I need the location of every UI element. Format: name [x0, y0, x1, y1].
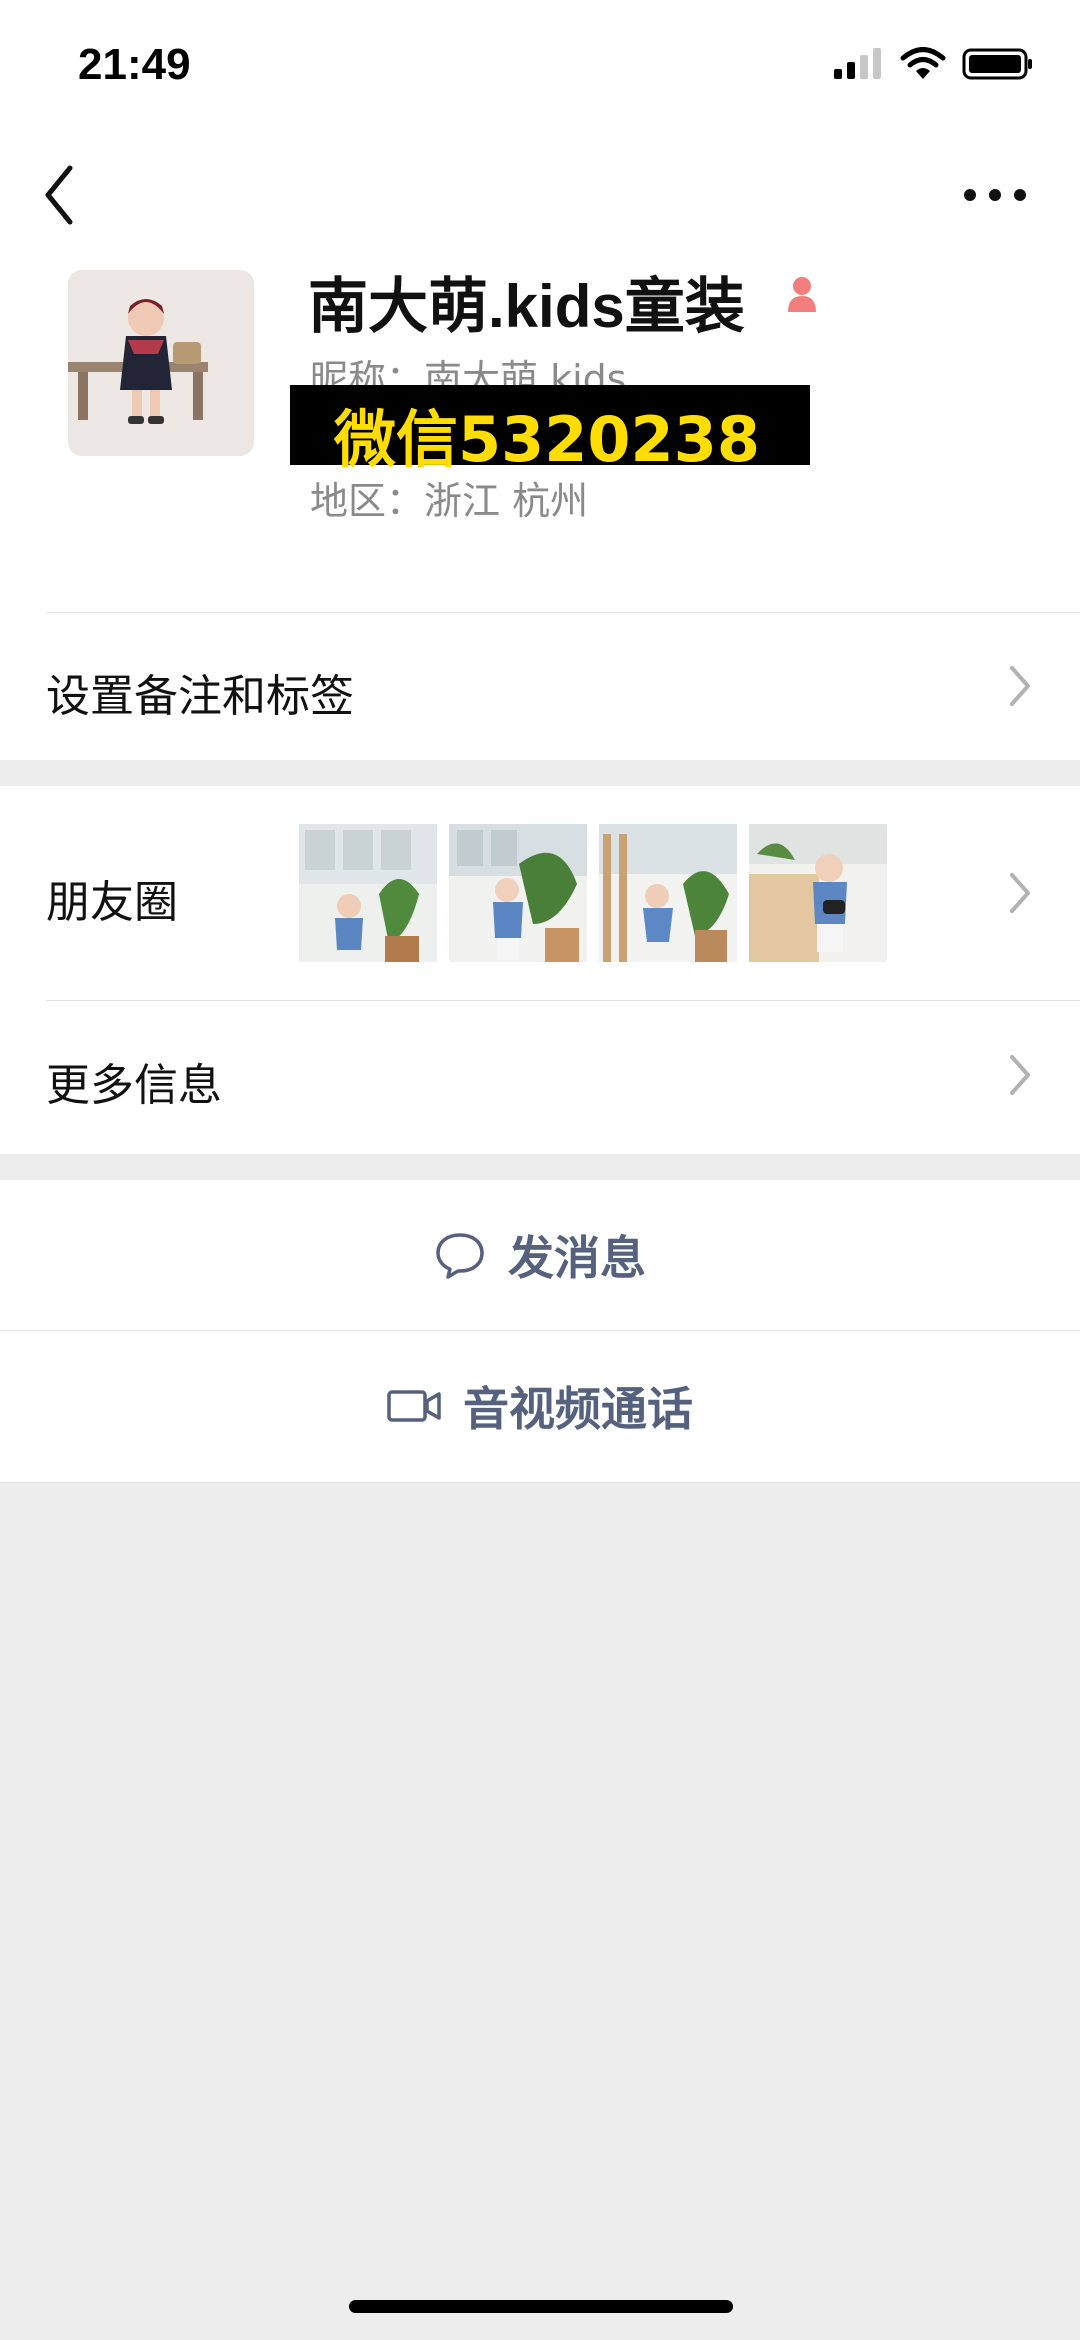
moments-thumbnail: [449, 824, 587, 962]
av-call-button[interactable]: 音视频通话: [0, 1331, 1080, 1481]
home-indicator[interactable]: [349, 2300, 733, 2313]
send-message-label: 发消息: [508, 1231, 646, 1285]
moments-section: 朋友圈 更多信息: [0, 786, 1080, 1154]
female-icon: [788, 277, 816, 312]
profile-name: 南大萌.kids童装: [308, 273, 745, 340]
remark-row-label: 设置备注和标签: [46, 671, 354, 722]
divider: [0, 1482, 1080, 1483]
moments-thumbnail: [749, 824, 887, 962]
moments-row[interactable]: 朋友圈: [0, 786, 1080, 1000]
more-info-row-label: 更多信息: [46, 1060, 222, 1111]
send-message-button[interactable]: 发消息: [0, 1180, 1080, 1330]
video-camera-icon: [387, 1390, 441, 1422]
wifi-icon: [900, 47, 946, 79]
status-bar: 21:49: [0, 0, 1080, 130]
actions-section: 发消息 音视频通话: [0, 1180, 1080, 1482]
moments-thumbnails: [299, 824, 887, 962]
battery-icon: [962, 48, 1032, 80]
watermark-text: 微信5320238: [334, 403, 760, 476]
moments-row-label: 朋友圈: [46, 877, 178, 928]
moments-thumbnail: [299, 824, 437, 962]
cellular-signal-icon: [834, 48, 881, 79]
profile-section: 南大萌.kids童装 昵称：南大萌.kids 微信5320238 地区：浙江 杭…: [0, 130, 1080, 760]
chevron-right-icon: [1010, 873, 1030, 913]
avatar-image: [68, 270, 254, 456]
status-icons: [832, 44, 1034, 84]
remark-row[interactable]: 设置备注和标签: [0, 612, 1080, 760]
status-time: 21:49: [78, 40, 191, 89]
watermark-banner: 微信5320238: [290, 385, 810, 476]
chevron-right-icon: [1010, 1055, 1030, 1095]
av-call-label: 音视频通话: [463, 1382, 693, 1436]
back-chevron-icon[interactable]: [40, 160, 80, 230]
chat-bubble-icon: [436, 1233, 484, 1279]
chevron-right-icon: [1010, 666, 1030, 706]
avatar[interactable]: [68, 270, 254, 456]
moments-thumbnail: [599, 824, 737, 962]
region-text: 地区：浙江 杭州: [310, 479, 589, 523]
more-dots-icon[interactable]: [960, 180, 1030, 210]
more-info-row[interactable]: 更多信息: [0, 1001, 1080, 1154]
